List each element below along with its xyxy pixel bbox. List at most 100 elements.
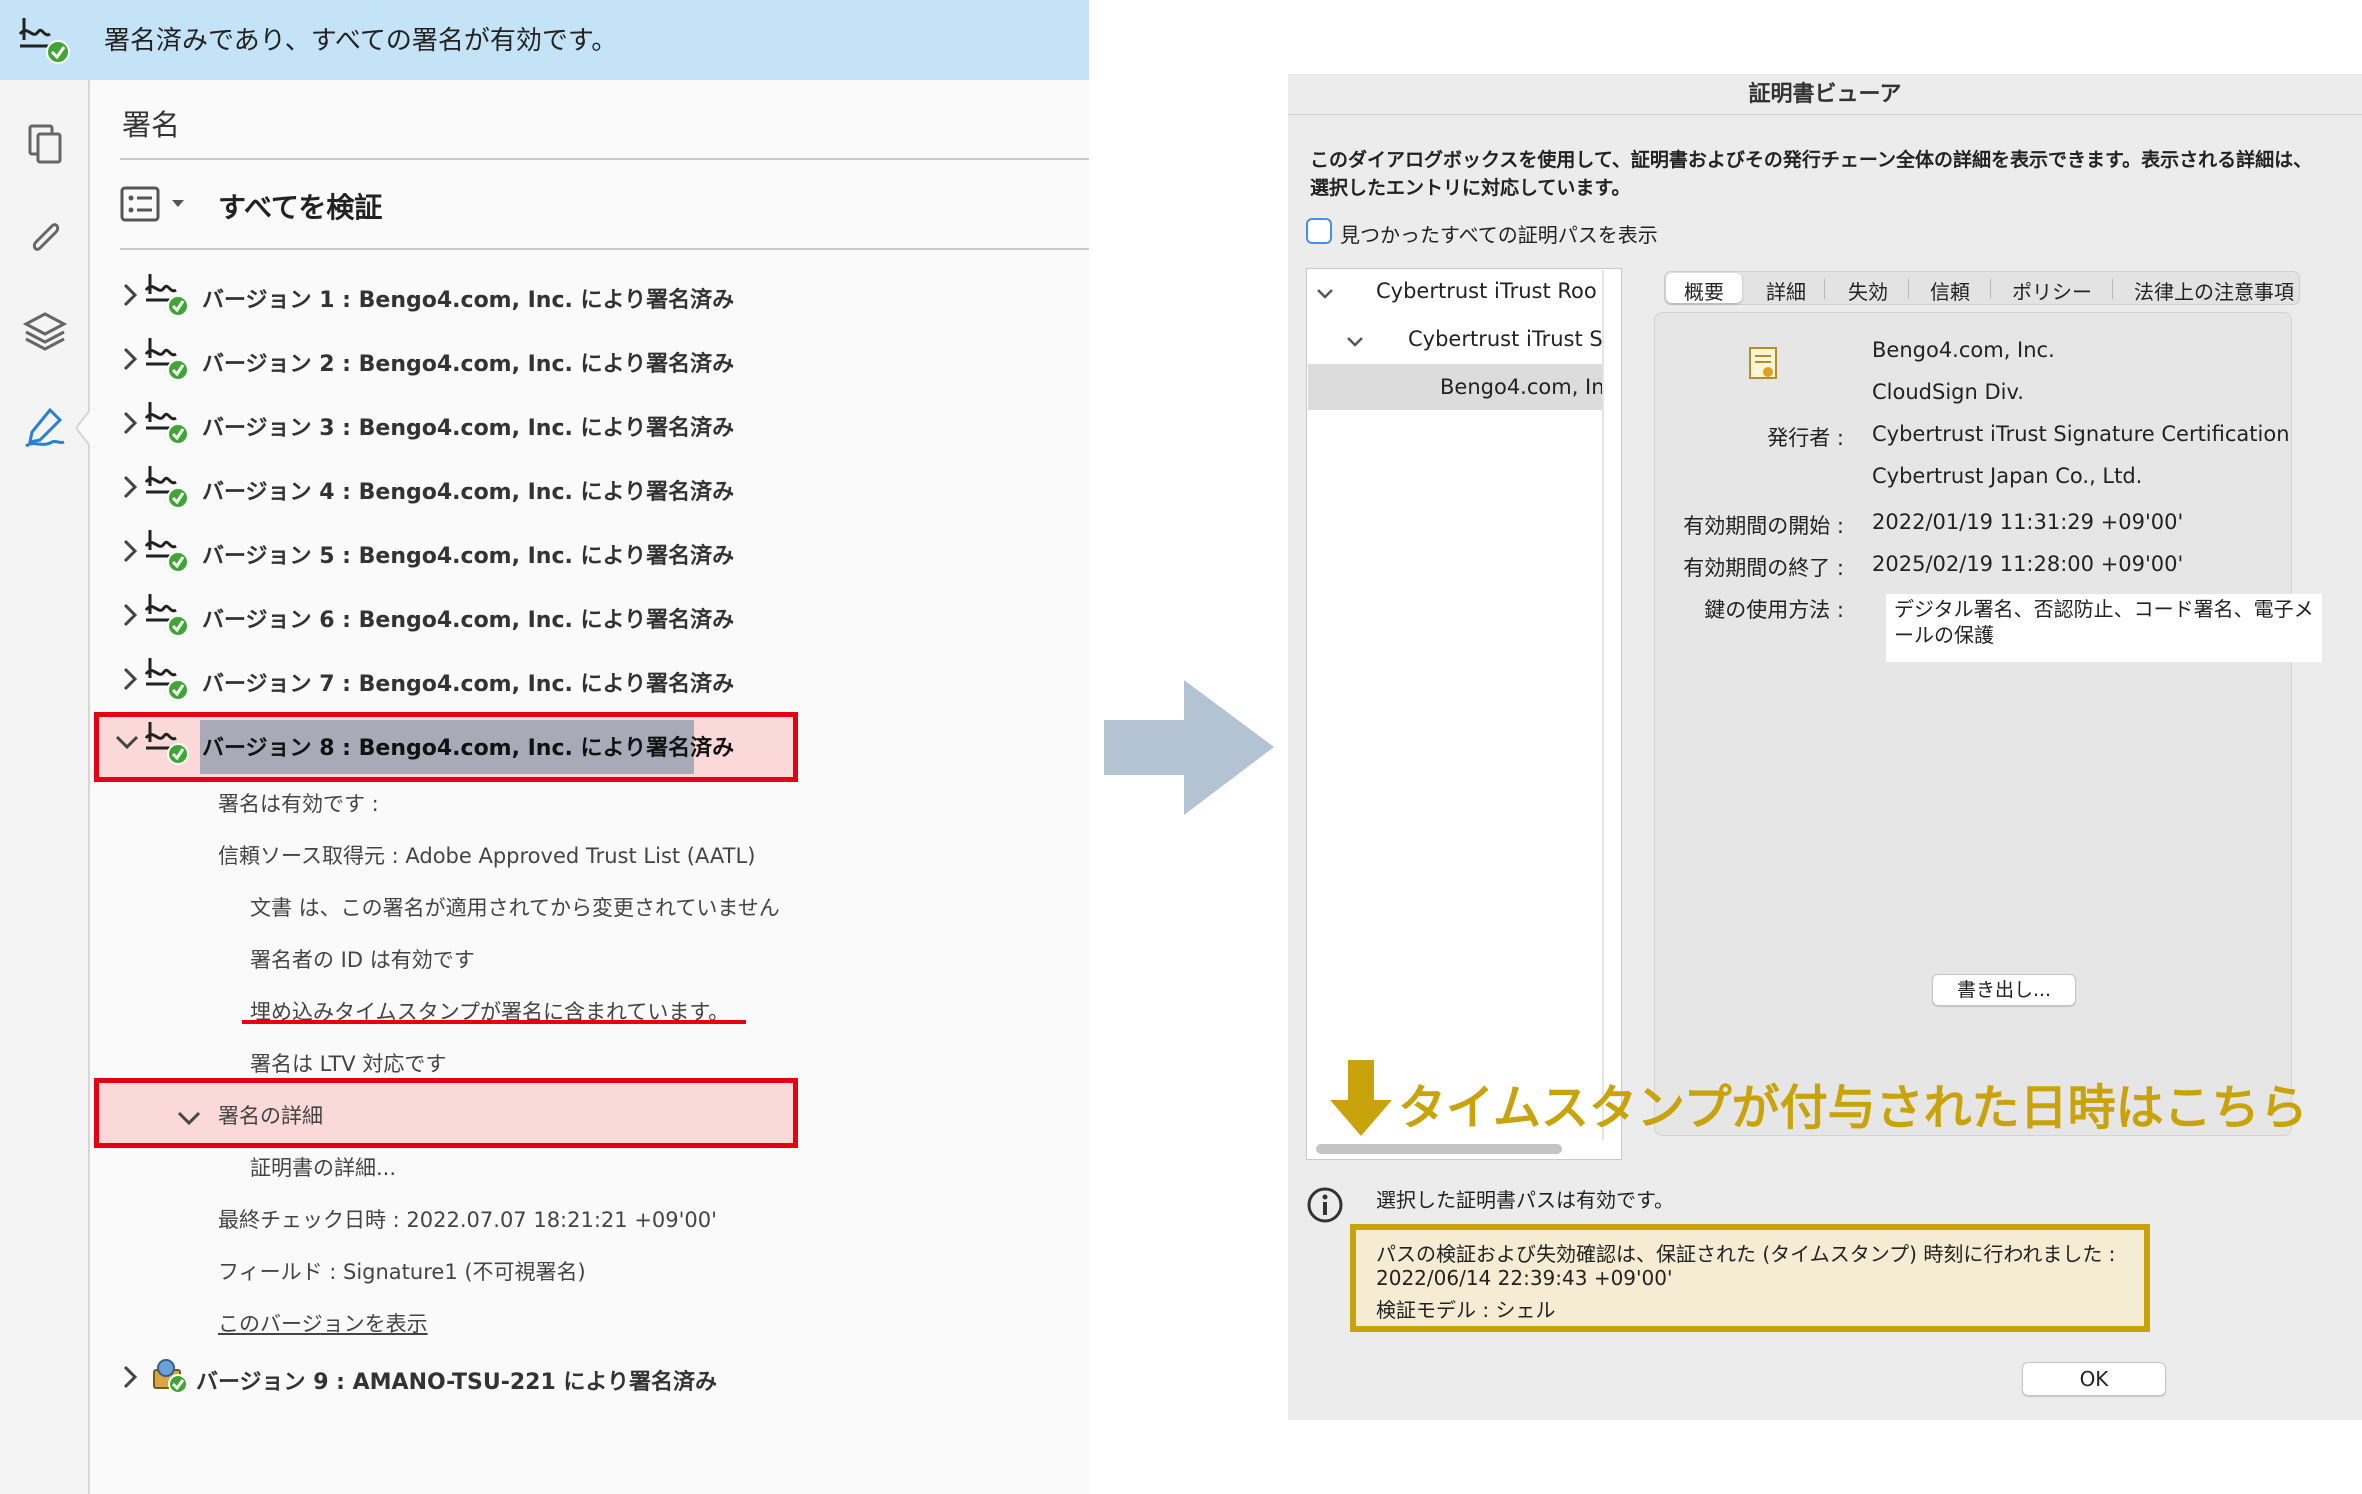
version-row-8[interactable]: バージョン 8 : Bengo4.com, Inc. により署名済み <box>115 718 734 770</box>
field-text: フィールド : Signature1 (不可視署名) <box>218 1260 586 1284</box>
signer-id-valid-text: 署名者の ID は有効です <box>250 948 475 972</box>
verify-all-button[interactable]: すべてを検証 <box>218 186 382 226</box>
tab-separator <box>2112 279 2113 299</box>
tab-policy[interactable]: ポリシー <box>2012 276 2092 305</box>
subject-org-unit: CloudSign Div. <box>1872 380 2024 404</box>
pages-icon[interactable] <box>22 122 68 168</box>
signature-check-icon <box>144 274 189 317</box>
valid-from-value: 2022/01/19 11:31:29 +09'00' <box>1872 510 2184 534</box>
signature-check-icon <box>144 722 189 765</box>
version-label: バージョン 4 : Bengo4.com, Inc. により署名済み <box>202 480 735 505</box>
version-row-5[interactable]: バージョン 5 : Bengo4.com, Inc. により署名済み <box>120 526 734 578</box>
chevron-right-icon[interactable] <box>120 472 140 502</box>
title-divider <box>1288 114 2362 115</box>
version-label: バージョン 6 : Bengo4.com, Inc. により署名済み <box>202 608 735 633</box>
divider <box>120 248 1089 250</box>
issuer-name: Cybertrust iTrust Signature Certificatio… <box>1872 422 2290 446</box>
version-label: バージョン 8 : Bengo4.com, Inc. により署名済み <box>202 736 735 761</box>
tree-item-intermediate[interactable]: Cybertrust iTrust S <box>1408 327 1602 351</box>
certificate-details-link[interactable]: 証明書の詳細... <box>250 1152 396 1182</box>
show-all-paths-label[interactable]: 見つかったすべての証明パスを表示 <box>1340 219 1658 248</box>
nav-sidebar <box>0 80 90 1494</box>
tree-item-root[interactable]: Cybertrust iTrust Roo <box>1376 279 1597 303</box>
validation-model: 検証モデル : シェル <box>1376 1298 1556 1322</box>
signature-check-icon <box>18 18 70 64</box>
chevron-right-icon[interactable] <box>120 664 140 694</box>
tree-item-leaf[interactable]: Bengo4.com, In <box>1440 375 1602 399</box>
chevron-right-icon[interactable] <box>120 280 140 310</box>
tab-legal-notice[interactable]: 法律上の注意事項 <box>2134 276 2294 305</box>
export-button[interactable]: 書き出し... <box>1932 974 2076 1006</box>
signature-check-icon <box>144 338 189 381</box>
certificate-icon <box>1749 347 1777 379</box>
tab-details[interactable]: 詳細 <box>1766 276 1806 305</box>
valid-to-value: 2025/02/19 11:28:00 +09'00' <box>1872 552 2184 576</box>
tab-revocation[interactable]: 失効 <box>1848 276 1888 305</box>
signature-check-icon <box>144 530 189 573</box>
version-row-4[interactable]: バージョン 4 : Bengo4.com, Inc. により署名済み <box>120 462 734 514</box>
attachment-icon[interactable] <box>22 214 68 260</box>
down-arrow-icon <box>1330 1060 1392 1136</box>
chevron-right-icon[interactable] <box>120 344 140 374</box>
chevron-down-icon[interactable] <box>1346 336 1364 348</box>
layers-icon[interactable] <box>22 308 68 354</box>
dialog-description: このダイアログボックスを使用して、証明書およびその発行チェーン全体の詳細を表示で… <box>1310 149 2313 199</box>
signature-check-icon <box>144 658 189 701</box>
version-row-6[interactable]: バージョン 6 : Bengo4.com, Inc. により署名済み <box>120 590 734 642</box>
tree-scrollbar[interactable] <box>1316 1144 1562 1154</box>
validation-timestamp: 2022/06/14 22:39:43 +09'00' <box>1376 1266 1673 1290</box>
divider <box>120 158 1089 160</box>
ok-button[interactable]: OK <box>2022 1362 2166 1396</box>
valid-from-key: 有効期間の開始 : <box>1683 514 1844 538</box>
panel-title: 署名 <box>122 108 181 142</box>
chevron-down-icon[interactable] <box>174 1108 204 1128</box>
show-all-paths-checkbox[interactable] <box>1306 218 1332 244</box>
sidebar-active-indicator <box>76 410 90 446</box>
tab-separator <box>1990 279 1991 299</box>
tab-trust[interactable]: 信頼 <box>1930 276 1970 305</box>
path-status-text: 選択した証明書パスは有効です。 <box>1376 1188 1674 1212</box>
info-icon <box>1307 1187 1343 1223</box>
banner-text: 署名済みであり、すべての署名が有効です。 <box>104 26 618 56</box>
issuer-org: Cybertrust Japan Co., Ltd. <box>1872 464 2143 488</box>
valid-to-key: 有効期間の終了 : <box>1683 556 1844 580</box>
version-row-3[interactable]: バージョン 3 : Bengo4.com, Inc. により署名済み <box>120 398 734 450</box>
key-usage-value: デジタル署名、否認防止、コード署名、電子メールの保護 <box>1886 594 2322 662</box>
tab-separator <box>1824 279 1825 299</box>
version-row-1[interactable]: バージョン 1 : Bengo4.com, Inc. により署名済み <box>120 270 734 322</box>
key-usage-key: 鍵の使用方法 : <box>1704 598 1844 622</box>
ltv-enabled-text: 署名は LTV 対応です <box>250 1052 447 1076</box>
dialog-title: 証明書ビューア <box>1748 82 1902 107</box>
signature-details-header[interactable]: 署名の詳細 <box>218 1100 323 1130</box>
chevron-right-icon[interactable] <box>120 600 140 630</box>
chevron-right-icon[interactable] <box>120 536 140 566</box>
pen-signature-icon[interactable] <box>22 404 68 450</box>
tab-separator <box>1908 279 1909 299</box>
options-menu-icon[interactable] <box>120 186 192 226</box>
version-label: バージョン 1 : Bengo4.com, Inc. により署名済み <box>202 288 735 313</box>
version-row-9[interactable]: バージョン 9 : AMANO-TSU-221 により署名済み <box>120 1352 720 1404</box>
version-label: バージョン 7 : Bengo4.com, Inc. により署名済み <box>202 672 735 697</box>
version-label: バージョン 2 : Bengo4.com, Inc. により署名済み <box>202 352 735 377</box>
signature-check-icon <box>144 594 189 637</box>
trust-source-text: 信頼ソース取得元 : Adobe Approved Trust List (AA… <box>218 844 756 868</box>
chevron-down-icon[interactable] <box>112 732 142 752</box>
tree-vertical-divider <box>1602 270 1604 1140</box>
chevron-right-icon[interactable] <box>120 1362 140 1392</box>
timestamp-underline <box>242 1020 746 1024</box>
document-unchanged-text: 文書 は、この署名が適用されてから変更されていません <box>250 896 780 920</box>
issuer-key: 発行者 : <box>1767 426 1844 450</box>
validation-text-line1: パスの検証および失効確認は、保証された (タイムスタンプ) 時刻に行われました … <box>1376 1242 2116 1266</box>
version-label: バージョン 9 : AMANO-TSU-221 により署名済み <box>196 1370 717 1395</box>
version-row-2[interactable]: バージョン 2 : Bengo4.com, Inc. により署名済み <box>120 334 734 386</box>
version-label: バージョン 3 : Bengo4.com, Inc. により署名済み <box>202 416 735 441</box>
chevron-right-icon[interactable] <box>120 408 140 438</box>
version-row-7[interactable]: バージョン 7 : Bengo4.com, Inc. により署名済み <box>120 654 734 706</box>
version-label: バージョン 5 : Bengo4.com, Inc. により署名済み <box>202 544 735 569</box>
timestamp-signature-icon <box>153 1359 188 1394</box>
view-version-link[interactable]: このバージョンを表示 <box>218 1308 428 1338</box>
signature-check-icon <box>144 466 189 509</box>
chevron-down-icon[interactable] <box>1316 288 1334 300</box>
tab-summary[interactable]: 概要 <box>1684 276 1724 305</box>
subject-name: Bengo4.com, Inc. <box>1872 338 2055 362</box>
